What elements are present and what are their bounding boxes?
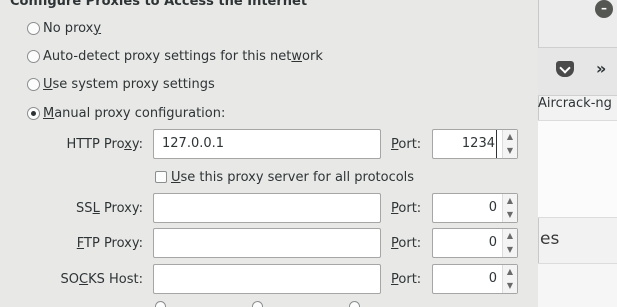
radio-indicator[interactable] [27, 49, 40, 63]
background-partial-text: es [540, 229, 560, 249]
http-port-stepper[interactable]: 1234 ▲ ▼ [432, 129, 518, 159]
close-icon[interactable]: – [595, 0, 613, 18]
ftp-port-stepper[interactable]: 0 ▲ ▼ [432, 228, 518, 258]
ssl-port-value[interactable]: 0 [489, 194, 497, 222]
overflow-chevron-icon[interactable]: » [596, 59, 606, 78]
stepper-arrows[interactable]: ▲ ▼ [502, 265, 517, 293]
background-lower-panel [538, 263, 617, 307]
pocket-icon[interactable] [556, 61, 574, 77]
increment-icon[interactable]: ▲ [503, 265, 517, 279]
radio-label: No proxy [43, 20, 102, 36]
decrement-icon[interactable]: ▼ [503, 279, 517, 293]
stepper-arrows[interactable]: ▲ ▼ [502, 130, 517, 158]
ftp-proxy-label: FTP Proxy: [76, 236, 143, 251]
bookmark-aircrack[interactable]: Aircrack-ng [538, 96, 617, 116]
radio-remote-dns-indicator[interactable] [349, 301, 360, 307]
ssl-port-stepper[interactable]: 0 ▲ ▼ [432, 193, 518, 223]
ftp-port-value[interactable]: 0 [489, 229, 497, 257]
http-port-value[interactable]: 1234 [462, 130, 497, 158]
http-proxy-label: HTTP Proxy: [66, 137, 143, 152]
ftp-port-label: Port: [391, 236, 422, 251]
radio-label: Use system proxy settings [43, 76, 215, 92]
radio-auto-detect[interactable]: Auto-detect proxy settings for this netw… [27, 46, 323, 66]
decrement-icon[interactable]: ▼ [503, 243, 517, 257]
ssl-proxy-label: SSL Proxy: [76, 201, 143, 216]
radio-indicator[interactable] [27, 77, 40, 91]
increment-icon[interactable]: ▲ [503, 130, 517, 144]
ftp-proxy-input[interactable] [153, 228, 381, 258]
increment-icon[interactable]: ▲ [503, 194, 517, 208]
stepper-arrows[interactable]: ▲ ▼ [502, 229, 517, 257]
radio-manual-proxy[interactable]: Manual proxy configuration: [27, 103, 225, 123]
use-for-all-protocols-checkbox[interactable]: Use this proxy server for all protocols [155, 168, 414, 186]
background-panel [538, 120, 617, 218]
stepper-arrows[interactable]: ▲ ▼ [502, 194, 517, 222]
decrement-icon[interactable]: ▼ [503, 208, 517, 222]
checkbox-label: Use this proxy server for all protocols [171, 169, 415, 185]
socks-port-value[interactable]: 0 [489, 265, 497, 293]
socks-port-stepper[interactable]: 0 ▲ ▼ [432, 264, 518, 294]
section-title: Configure Proxies to Access the Internet [10, 0, 308, 9]
socks-host-input[interactable] [153, 264, 381, 294]
checkbox-indicator[interactable] [155, 171, 167, 183]
socks-port-label: Port: [391, 272, 422, 287]
radio-system-proxy[interactable]: Use system proxy settings [27, 74, 215, 94]
ssl-proxy-input[interactable] [153, 193, 381, 223]
increment-icon[interactable]: ▲ [503, 229, 517, 243]
radio-indicator[interactable] [27, 21, 40, 35]
radio-socks-v4-indicator[interactable] [155, 301, 166, 307]
radio-indicator-checked[interactable] [27, 106, 40, 120]
radio-socks-v5-indicator[interactable] [252, 301, 263, 307]
radio-label: Auto-detect proxy settings for this netw… [43, 48, 323, 64]
connection-settings-dialog: Configure Proxies to Access the Internet… [0, 0, 538, 307]
http-proxy-input[interactable]: 127.0.0.1 [153, 129, 381, 159]
radio-label: Manual proxy configuration: [43, 105, 226, 121]
radio-no-proxy[interactable]: No proxy [27, 18, 101, 38]
decrement-icon[interactable]: ▼ [503, 144, 517, 158]
socks-host-label: SOCKS Host: [60, 272, 143, 287]
http-port-label: Port: [391, 137, 422, 152]
ssl-port-label: Port: [391, 201, 422, 216]
